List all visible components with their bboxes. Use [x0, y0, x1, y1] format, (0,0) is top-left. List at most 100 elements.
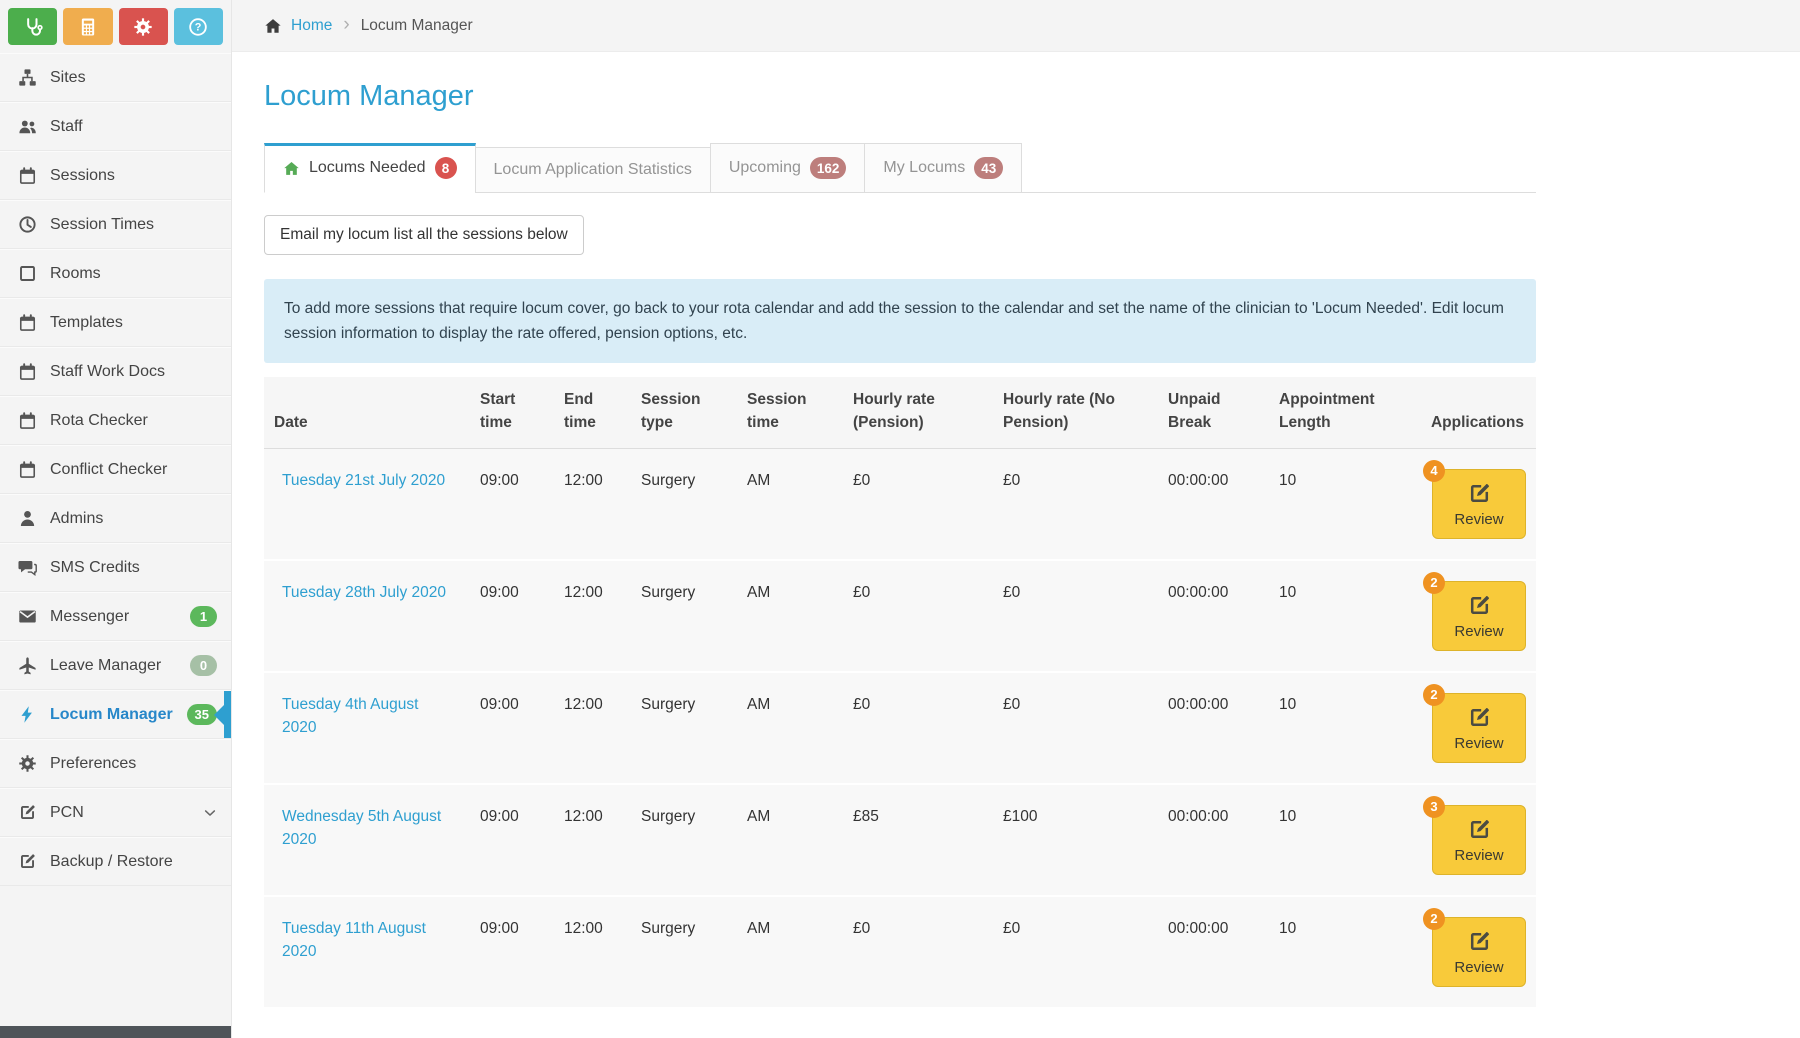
clock-icon [18, 215, 37, 234]
cell-appointment-length: 10 [1269, 785, 1416, 897]
plane-icon [18, 656, 37, 675]
breadcrumb-home-link[interactable]: Home [291, 17, 332, 35]
sidebar-item[interactable]: Locum Manager 35 [0, 690, 231, 739]
calendar-icon [18, 411, 37, 430]
sidebar-item-label: Leave Manager [50, 657, 190, 675]
edit-icon [1467, 929, 1492, 954]
tab-badge: 162 [810, 157, 847, 179]
cell-hourly-rate-pension: £0 [843, 449, 993, 561]
session-date-link[interactable]: Tuesday 21st July 2020 [282, 472, 445, 489]
cell-date: Tuesday 11th August 2020 [264, 897, 470, 1009]
review-button[interactable]: Review [1432, 693, 1526, 763]
sidebar-item-label: Staff Work Docs [50, 363, 217, 381]
column-header: Hourly rate (No Pension) [993, 377, 1158, 449]
question-icon: ? [188, 17, 208, 37]
home-icon [264, 17, 282, 35]
review-button-label: Review [1454, 735, 1503, 752]
cell-end-time: 12:00 [554, 561, 631, 673]
svg-text:?: ? [195, 21, 202, 33]
quick-action-button[interactable] [8, 8, 57, 45]
cell-session-type: Surgery [631, 673, 737, 785]
tab-badge: 8 [435, 157, 457, 179]
home-icon [283, 160, 300, 177]
sidebar-item[interactable]: Preferences [0, 739, 231, 788]
sidebar-item[interactable]: SMS Credits [0, 543, 231, 592]
session-row: Tuesday 4th August 2020 09:00 12:00 Surg… [264, 673, 1536, 785]
column-header: Session time [737, 377, 843, 449]
quick-action-button[interactable] [119, 8, 168, 45]
calculator-icon [78, 17, 98, 37]
review-button[interactable]: Review [1432, 917, 1526, 987]
sidebar-item[interactable]: Sessions [0, 151, 231, 200]
column-header: Session type [631, 377, 737, 449]
sidebar-item-label: Messenger [50, 608, 190, 626]
sidebar-item[interactable]: Templates [0, 298, 231, 347]
review-button-wrap: 3 Review [1432, 805, 1526, 875]
review-button[interactable]: Review [1432, 805, 1526, 875]
table-body: Tuesday 21st July 2020 09:00 12:00 Surge… [264, 449, 1536, 1009]
sidebar-item-label: Sites [50, 69, 217, 87]
tab[interactable]: Locums Needed 8 [264, 143, 476, 193]
room-icon [18, 264, 37, 283]
main-area: Home › Locum Manager Locum Manager Locum… [232, 0, 1800, 1038]
column-header: Applications [1416, 377, 1536, 449]
cell-date: Tuesday 21st July 2020 [264, 449, 470, 561]
cell-hourly-rate-pension: £0 [843, 673, 993, 785]
cell-session-type: Surgery [631, 449, 737, 561]
cell-applications: 2 Review [1416, 897, 1536, 1009]
org-chart-icon [18, 68, 37, 87]
cell-appointment-length: 10 [1269, 449, 1416, 561]
sidebar-item[interactable]: Conflict Checker [0, 445, 231, 494]
session-date-link[interactable]: Tuesday 11th August 2020 [282, 920, 426, 960]
tab-label: Locum Application Statistics [494, 161, 692, 179]
cell-appointment-length: 10 [1269, 561, 1416, 673]
applications-count-badge: 4 [1423, 460, 1445, 482]
cell-unpaid-break: 00:00:00 [1158, 449, 1269, 561]
sidebar-item-badge: 1 [190, 606, 217, 627]
applications-count-badge: 2 [1423, 908, 1445, 930]
sidebar-item[interactable]: Leave Manager 0 [0, 641, 231, 690]
review-button-wrap: 4 Review [1432, 469, 1526, 539]
cell-session-type: Surgery [631, 785, 737, 897]
sidebar-item[interactable]: Sites [0, 53, 231, 102]
tab[interactable]: My Locums 43 [864, 143, 1022, 193]
session-date-link[interactable]: Tuesday 28th July 2020 [282, 584, 446, 601]
column-header: Start time [470, 377, 554, 449]
session-date-link[interactable]: Tuesday 4th August 2020 [282, 696, 418, 736]
sidebar-item[interactable]: Rota Checker [0, 396, 231, 445]
sidebar-item[interactable]: Staff Work Docs [0, 347, 231, 396]
cell-unpaid-break: 00:00:00 [1158, 785, 1269, 897]
sidebar-item[interactable]: Admins [0, 494, 231, 543]
cell-session-time: AM [737, 673, 843, 785]
sidebar-item[interactable]: PCN [0, 788, 231, 837]
cell-unpaid-break: 00:00:00 [1158, 897, 1269, 1009]
session-date-link[interactable]: Wednesday 5th August 2020 [282, 808, 441, 848]
info-banner: To add more sessions that require locum … [264, 279, 1536, 363]
sidebar-item[interactable]: Backup / Restore [0, 837, 231, 886]
tab-badge: 43 [974, 157, 1003, 179]
column-header: End time [554, 377, 631, 449]
sidebar-item-label: Backup / Restore [50, 853, 217, 871]
session-row: Tuesday 21st July 2020 09:00 12:00 Surge… [264, 449, 1536, 561]
tab[interactable]: Upcoming 162 [710, 143, 866, 193]
calendar-icon [18, 460, 37, 479]
sidebar-item[interactable]: Session Times [0, 200, 231, 249]
sidebar-menu: Sites Staff Sessions [0, 53, 231, 886]
sidebar-item[interactable]: Messenger 1 [0, 592, 231, 641]
review-button[interactable]: Review [1432, 469, 1526, 539]
review-button-label: Review [1454, 511, 1503, 528]
cell-hourly-rate-no-pension: £0 [993, 449, 1158, 561]
quick-action-button[interactable]: ? [174, 8, 223, 45]
sidebar-item[interactable]: Staff [0, 102, 231, 151]
review-button-wrap: 2 Review [1432, 693, 1526, 763]
review-button[interactable]: Review [1432, 581, 1526, 651]
cell-date: Tuesday 28th July 2020 [264, 561, 470, 673]
cell-end-time: 12:00 [554, 673, 631, 785]
quick-action-button[interactable] [63, 8, 112, 45]
tab[interactable]: Locum Application Statistics [475, 147, 711, 193]
email-locum-list-button[interactable]: Email my locum list all the sessions bel… [264, 215, 584, 255]
sidebar-item-label: Conflict Checker [50, 461, 217, 479]
cell-start-time: 09:00 [470, 897, 554, 1009]
cell-hourly-rate-no-pension: £0 [993, 897, 1158, 1009]
sidebar-item[interactable]: Rooms [0, 249, 231, 298]
